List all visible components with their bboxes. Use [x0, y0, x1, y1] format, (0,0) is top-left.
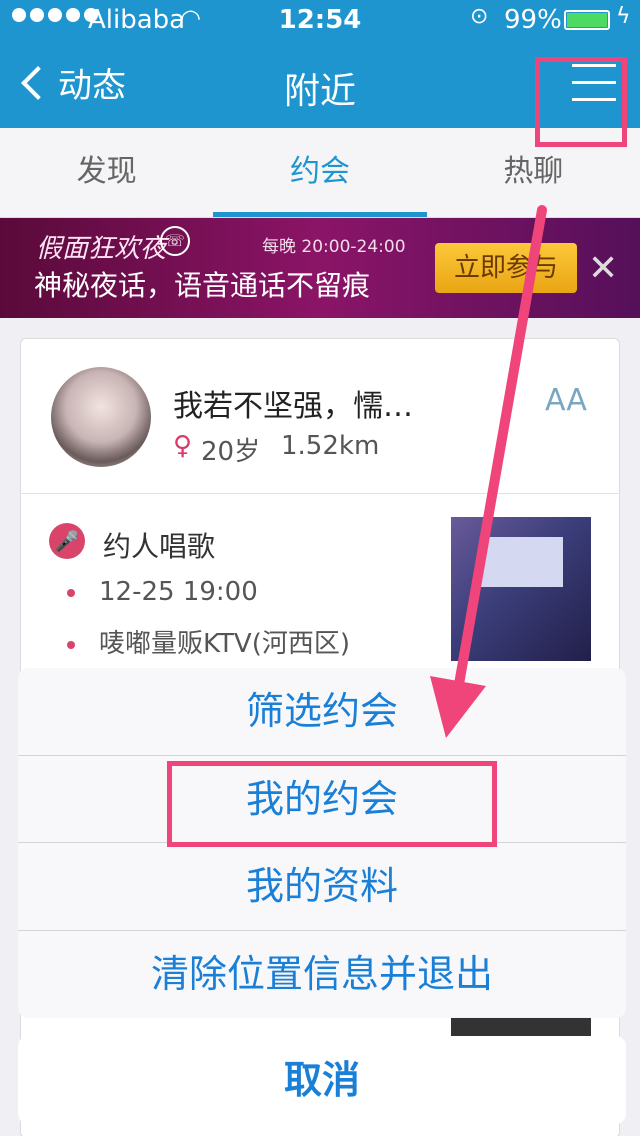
watermark: Bai 经验 jingyan.baidu.com [498, 1078, 619, 1124]
watermark-brand: Bai 经验 [498, 1084, 584, 1109]
annotation-arrow [430, 205, 547, 738]
watermark-url: jingyan.baidu.com [508, 1110, 619, 1124]
